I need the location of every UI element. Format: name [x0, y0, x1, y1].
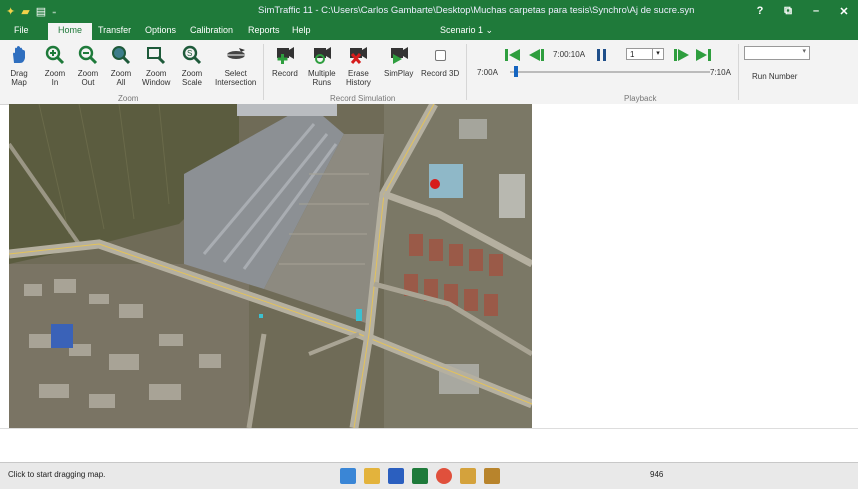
- synchro-icon[interactable]: [484, 468, 500, 484]
- map-canvas[interactable]: [9, 104, 532, 428]
- record-group-label: Record Simulation: [330, 94, 396, 103]
- ribbon-home: Drag Map Zoom In Zoom Out Zoom All Zoom …: [0, 40, 858, 105]
- chrome-icon[interactable]: [436, 468, 452, 484]
- step-back-icon: [529, 49, 544, 61]
- qat-dropdown-icon[interactable]: ₌: [52, 7, 56, 16]
- zoom-out-button[interactable]: Zoom Out: [77, 44, 99, 87]
- step-forward-icon: [674, 49, 689, 61]
- zoom-in-icon: [44, 44, 66, 66]
- record-3d-option[interactable]: Record 3D: [421, 44, 459, 78]
- start-menu-icon[interactable]: [340, 468, 356, 484]
- svg-text:S: S: [187, 49, 192, 58]
- taskbar-icons: [340, 463, 500, 489]
- chevron-down-icon: ▾: [652, 49, 663, 59]
- ribbon-separator: [738, 44, 739, 100]
- title-bar: ✦ ▰ ▤ ₌ SimTraffic 11 - C:\Users\Carlos …: [0, 0, 858, 22]
- end-time: 7:10A: [710, 68, 731, 77]
- ribbon-separator: [263, 44, 264, 100]
- word-icon[interactable]: [388, 468, 404, 484]
- start-time: 7:00A: [477, 68, 498, 77]
- ribbon-tabs: File Home Transfer Options Calibration R…: [0, 22, 858, 40]
- app-logo-icon: ✦: [6, 5, 16, 18]
- zoom-all-icon: [110, 44, 132, 66]
- pause-button[interactable]: [596, 48, 608, 64]
- run-number-label: Run Number: [752, 72, 798, 81]
- select-intersection-button[interactable]: Select Intersection: [215, 44, 256, 87]
- tab-reports[interactable]: Reports: [248, 25, 280, 35]
- location-marker-icon: [430, 179, 440, 189]
- window-title: SimTraffic 11 - C:\Users\Carlos Gambarte…: [258, 5, 695, 16]
- file-explorer-icon[interactable]: [364, 468, 380, 484]
- record-icon: [274, 44, 296, 66]
- excel-icon[interactable]: [412, 468, 428, 484]
- status-message: Click to start dragging map.: [8, 470, 106, 479]
- scenario-selector[interactable]: Scenario 1 ⌄: [440, 25, 493, 36]
- ribbon-display-button[interactable]: ⧉: [774, 0, 802, 22]
- skip-end-icon: [696, 49, 711, 61]
- status-value: 946: [650, 470, 664, 479]
- chevron-down-icon: ▾: [802, 48, 806, 55]
- minimize-button[interactable]: –: [802, 0, 830, 22]
- zoom-window-button[interactable]: Zoom Window: [142, 44, 170, 87]
- tab-file[interactable]: File: [14, 25, 29, 35]
- zoom-scale-icon: S: [181, 44, 203, 66]
- multiple-runs-button[interactable]: Multiple Runs: [308, 44, 336, 87]
- zoom-group-label: Zoom: [118, 94, 139, 103]
- zoom-window-icon: [145, 44, 167, 66]
- zoom-out-icon: [77, 44, 99, 66]
- speed-select[interactable]: 1 ▾: [626, 48, 664, 60]
- tab-calibration[interactable]: Calibration: [190, 25, 233, 35]
- skip-to-start-button[interactable]: [504, 48, 522, 64]
- ribbon-separator: [466, 44, 467, 100]
- zoom-scale-button[interactable]: S Zoom Scale: [181, 44, 203, 87]
- app-icon[interactable]: [460, 468, 476, 484]
- skip-start-icon: [505, 49, 520, 61]
- pause-icon: [597, 49, 606, 61]
- playback-group-label: Playback: [624, 94, 657, 103]
- tab-home[interactable]: Home: [48, 23, 93, 40]
- document-icon[interactable]: ▤: [36, 5, 46, 18]
- erase-history-button[interactable]: Erase History: [346, 44, 371, 87]
- map-empty-area[interactable]: [532, 104, 858, 428]
- open-folder-icon[interactable]: ▰: [21, 5, 29, 18]
- help-button[interactable]: ?: [746, 0, 774, 22]
- aerial-map-image: [9, 104, 532, 428]
- step-back-button[interactable]: [528, 48, 546, 64]
- simplay-button[interactable]: SimPlay: [384, 44, 413, 78]
- playback-slider[interactable]: [510, 71, 710, 73]
- drag-map-button[interactable]: Drag Map: [8, 44, 30, 87]
- erase-history-icon: [347, 44, 369, 66]
- multiple-runs-icon: [311, 44, 333, 66]
- status-bar: Click to start dragging map. 946: [0, 462, 858, 489]
- simplay-icon: [388, 44, 410, 66]
- hand-icon: [8, 44, 30, 66]
- tab-options[interactable]: Options: [145, 25, 176, 35]
- current-time: 7:00:10A: [553, 50, 586, 59]
- close-button[interactable]: ✕: [830, 0, 858, 22]
- run-number-select[interactable]: ▾: [744, 46, 810, 60]
- playback-slider-thumb[interactable]: [514, 66, 518, 77]
- step-forward-button[interactable]: [672, 48, 690, 64]
- quick-access-toolbar: ✦ ▰ ▤ ₌: [0, 5, 86, 18]
- map-bottom-area: [0, 428, 858, 463]
- tab-transfer[interactable]: Transfer: [98, 25, 131, 35]
- record-button[interactable]: Record: [272, 44, 298, 78]
- tab-help[interactable]: Help: [292, 25, 311, 35]
- skip-to-end-button[interactable]: [694, 48, 712, 64]
- zoom-in-button[interactable]: Zoom In: [44, 44, 66, 87]
- select-intersection-icon: [225, 44, 247, 66]
- record-3d-checkbox[interactable]: [429, 44, 451, 66]
- zoom-all-button[interactable]: Zoom All: [110, 44, 132, 87]
